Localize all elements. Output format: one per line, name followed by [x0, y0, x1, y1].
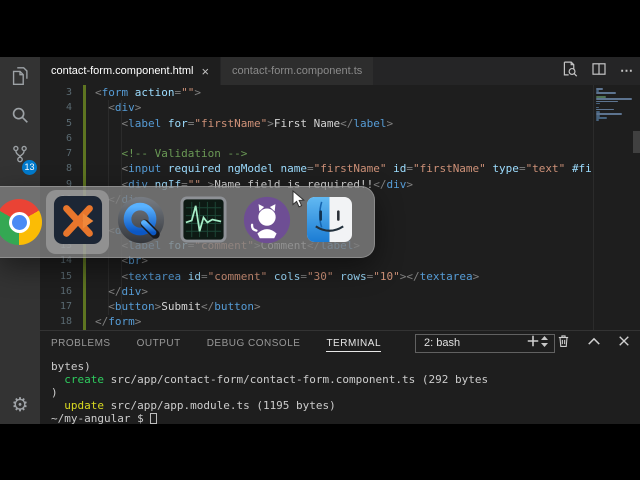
tab-label: contact-form.component.html — [51, 65, 194, 77]
app-switcher-item-vscode[interactable] — [46, 190, 109, 254]
tab-output[interactable]: OUTPUT — [137, 335, 181, 352]
code-line[interactable]: 6 — [40, 130, 593, 147]
terminal-line: ) — [51, 386, 58, 399]
panel-actions — [526, 331, 630, 355]
scm-badge: 13 — [22, 160, 37, 175]
code-line[interactable]: 16 </div> — [40, 283, 593, 300]
tab-terminal[interactable]: TERMINAL — [326, 335, 381, 352]
app-switcher-item-activity-monitor[interactable] — [172, 190, 235, 254]
terminal-line: create src/app/contact-form/contact-form… — [64, 373, 489, 386]
vscode-icon — [53, 195, 103, 250]
terminal-session-value: 2: bash — [424, 337, 461, 349]
quicktime-icon — [116, 195, 166, 250]
minimap[interactable] — [593, 85, 633, 330]
code-line[interactable]: 5 <label for="firstName">First Name</lab… — [40, 115, 593, 131]
activity-monitor-icon — [180, 196, 227, 248]
code-line[interactable]: 18 </form> — [40, 314, 593, 330]
sidebar-item-explorer[interactable] — [0, 59, 40, 98]
editor-scrollbar[interactable] — [633, 131, 640, 153]
new-terminal-icon[interactable] — [526, 334, 540, 353]
tab-label: contact-form.component.ts — [232, 65, 363, 77]
kill-terminal-trash-icon[interactable] — [557, 334, 570, 353]
code-line[interactable]: 3 <form action=""> — [40, 85, 593, 101]
github-icon — [242, 195, 292, 250]
code-line[interactable]: 17 <button>Submit</button> — [40, 299, 593, 315]
editor-actions: ⋯ — [561, 57, 634, 85]
terminal-line: update src/app/app.module.ts (1195 bytes… — [64, 399, 336, 412]
open-preview-icon[interactable] — [561, 60, 578, 82]
finder-icon — [306, 196, 353, 248]
panel-header: PROBLEMS OUTPUT DEBUG CONSOLE TERMINAL 2… — [40, 331, 640, 355]
code-line[interactable]: 15 <textarea id="comment" cols="30" rows… — [40, 268, 593, 284]
screenshot-stage: 13 ⚙ contact-form.component.html × conta… — [0, 0, 640, 480]
close-icon[interactable]: × — [201, 65, 209, 78]
code-line[interactable]: 8 <input required ngModel name="firstNam… — [40, 161, 593, 177]
terminal-line: bytes) — [51, 360, 91, 373]
letterbox-bottom — [0, 424, 640, 480]
app-switcher-item-finder[interactable] — [298, 190, 361, 254]
mouse-cursor — [292, 189, 306, 213]
app-switcher-item-github[interactable] — [235, 190, 298, 254]
bottom-panel: PROBLEMS OUTPUT DEBUG CONSOLE TERMINAL 2… — [40, 330, 640, 424]
editor-tab-bar: contact-form.component.html × contact-fo… — [40, 57, 640, 85]
letterbox-top — [0, 0, 640, 57]
chrome-icon — [0, 199, 42, 245]
app-switcher-overlay — [0, 186, 375, 258]
close-panel-icon[interactable] — [618, 334, 630, 352]
sidebar-item-source-control[interactable]: 13 — [0, 137, 40, 176]
sidebar-item-search[interactable] — [0, 98, 40, 137]
maximize-panel-chevron-icon[interactable] — [587, 334, 601, 352]
gear-icon: ⚙ — [11, 394, 29, 416]
terminal-output[interactable]: bytes) create src/app/contact-form/conta… — [40, 355, 640, 424]
search-icon — [9, 104, 31, 131]
app-switcher-item-chrome[interactable] — [0, 190, 46, 254]
tab-contact-form-component-ts[interactable]: contact-form.component.ts — [220, 57, 374, 85]
split-editor-icon[interactable] — [591, 61, 607, 82]
tab-problems[interactable]: PROBLEMS — [51, 335, 111, 352]
code-line[interactable]: 7 <!-- Validation --> — [40, 146, 593, 162]
tab-debug-console[interactable]: DEBUG CONSOLE — [207, 335, 301, 352]
files-icon — [9, 65, 31, 92]
tab-contact-form-component-html[interactable]: contact-form.component.html × — [40, 57, 221, 85]
terminal-cursor — [150, 413, 158, 424]
code-line[interactable]: 4 <div> — [40, 100, 593, 116]
app-switcher-item-quicktime[interactable] — [109, 190, 172, 254]
settings-gear-button[interactable]: ⚙ — [0, 392, 40, 418]
terminal-line: ~/my-angular $ — [51, 412, 640, 424]
more-actions-icon[interactable]: ⋯ — [620, 63, 634, 79]
